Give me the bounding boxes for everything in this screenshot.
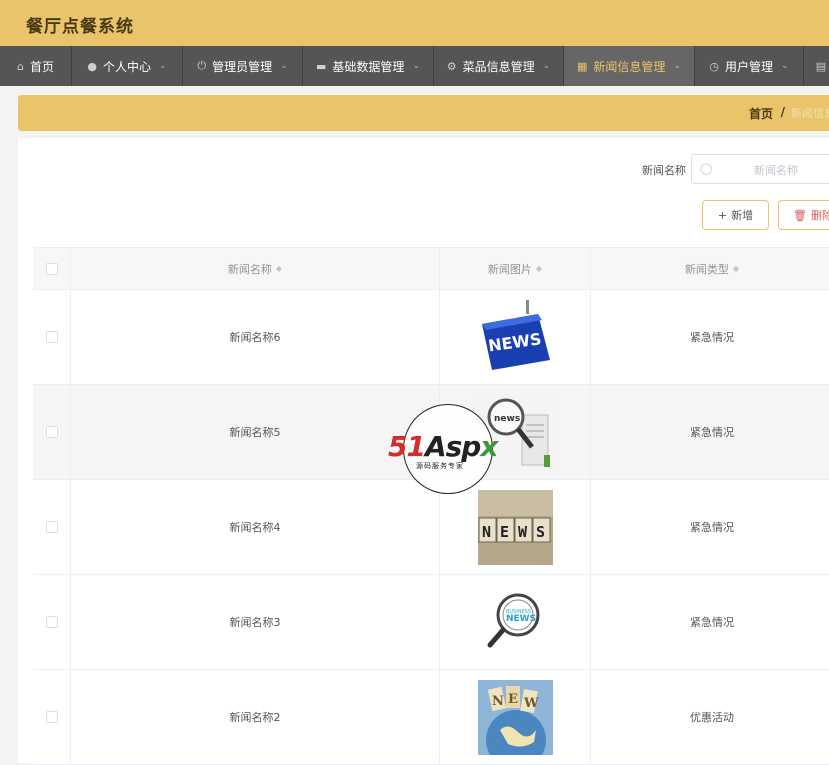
cell-news-name: 新闻名称5 <box>71 385 440 479</box>
nav-label: 管理员管理 <box>212 59 273 74</box>
search-placeholder: 新闻名称 <box>754 164 798 177</box>
add-button-label: 新增 <box>731 209 754 222</box>
nav-item-admin[interactable]: ⏻ 管理员管理 ⌄ <box>183 46 303 86</box>
search-input[interactable]: ◯ 新闻名称 <box>691 154 829 184</box>
cell-news-name: 新闻名称6 <box>71 290 440 384</box>
app-title: 餐厅点餐系统 <box>26 17 134 37</box>
menu-icon: ▤ <box>815 59 827 73</box>
nav-item-more[interactable]: ▤ <box>804 46 829 86</box>
chevron-down-icon: ⌄ <box>542 61 551 71</box>
row-checkbox[interactable] <box>45 711 58 723</box>
trash-icon: 🗑 <box>793 208 807 222</box>
cell-news-type: 紧急情况 <box>690 426 734 439</box>
svg-text:NEWS: NEWS <box>506 614 536 624</box>
cell-news-name: 新闻名称4 <box>71 480 440 574</box>
news-image[interactable]: NEWS <box>477 299 553 375</box>
svg-text:W: W <box>518 523 528 541</box>
breadcrumb-current: 新闻信息 <box>791 107 829 120</box>
svg-text:E: E <box>508 692 518 707</box>
nav-item-users[interactable]: ◷ 用户管理 ⌄ <box>695 46 804 86</box>
news-image[interactable]: N E W <box>477 679 553 755</box>
add-button[interactable]: + 新增 <box>702 200 769 230</box>
svg-text:S: S <box>536 523 545 541</box>
cell-news-name: 新闻名称3 <box>71 575 440 669</box>
monitor-icon: ▬ <box>316 59 327 73</box>
gear-icon: ⚙ <box>446 59 457 73</box>
cell-news-type: 紧急情况 <box>690 521 734 534</box>
nav-label: 用户管理 <box>725 59 774 74</box>
search-label: 新闻名称 <box>642 164 686 177</box>
column-header-type[interactable]: 新闻类型 ◆ <box>591 248 829 289</box>
nav-label: 首页 <box>29 59 54 74</box>
breadcrumb: 首页 / 新闻信息 <box>18 95 829 131</box>
top-header: 餐厅点餐系统 <box>0 0 829 46</box>
cell-news-image: N E W <box>440 670 591 764</box>
news-image[interactable]: N E W S <box>477 489 553 565</box>
watermark-tagline: 源码服务专家 <box>416 462 464 470</box>
delete-button-label: 删除 <box>810 209 829 222</box>
sort-icon: ◆ <box>535 264 543 273</box>
cell-news-name: 新闻名称2 <box>71 670 440 764</box>
nav-label: 基础数据管理 <box>332 59 405 74</box>
cell-news-type: 紧急情况 <box>690 616 734 629</box>
svg-text:N: N <box>492 694 504 709</box>
cell-news-image: BUSINESS NEWS <box>440 575 591 669</box>
cell-news-type: 优惠活动 <box>690 711 734 724</box>
plus-icon: + <box>717 208 728 222</box>
sort-icon: ◆ <box>275 264 283 273</box>
nav-label: 菜品信息管理 <box>462 59 535 74</box>
dashboard-icon: ◷ <box>709 59 720 73</box>
table-row[interactable]: 新闻名称3 BUSINESS NEWS 紧急情况 <box>33 575 829 670</box>
column-header-name[interactable]: 新闻名称 ◆ <box>71 248 440 289</box>
table-row[interactable]: 新闻名称4 N E W S 紧急情况 <box>33 480 829 575</box>
cell-news-image: NEWS <box>440 290 591 384</box>
table-row[interactable]: 新闻名称2 N E W 优惠活动 <box>33 670 829 765</box>
nav-item-dishes[interactable]: ⚙ 菜品信息管理 ⌄ <box>434 46 564 86</box>
cell-news-type: 紧急情况 <box>690 331 734 344</box>
nav-item-basic-data[interactable]: ▬ 基础数据管理 ⌄ <box>303 46 434 86</box>
table-header: 新闻名称 ◆ 新闻图片 ◆ 新闻类型 ◆ <box>33 248 829 290</box>
chevron-down-icon: ⌄ <box>159 61 167 71</box>
watermark-logo: 51Aspx <box>388 430 498 463</box>
row-checkbox[interactable] <box>45 426 58 438</box>
chevron-down-icon: ⌄ <box>781 61 789 71</box>
nav-label: 个人中心 <box>103 59 152 74</box>
svg-text:news: news <box>494 414 520 424</box>
header-select-cell <box>33 248 71 289</box>
row-checkbox[interactable] <box>45 331 58 343</box>
chevron-down-icon: ⌄ <box>280 61 288 71</box>
select-all-checkbox[interactable] <box>45 262 58 275</box>
svg-text:N: N <box>482 523 491 541</box>
news-image[interactable]: BUSINESS NEWS <box>477 584 553 660</box>
cell-news-image: N E W S <box>440 480 591 574</box>
nav-item-profile[interactable]: ● 个人中心 ⌄ <box>72 46 183 86</box>
chevron-down-icon: ⌄ <box>412 61 420 71</box>
row-checkbox[interactable] <box>45 521 58 533</box>
news-table: 新闻名称 ◆ 新闻图片 ◆ 新闻类型 ◆ 新闻名称6 NEWS 紧急情况 新闻名… <box>33 247 829 765</box>
table-row[interactable]: 新闻名称6 NEWS 紧急情况 <box>33 290 829 385</box>
user-icon: ● <box>87 59 98 73</box>
power-icon: ⏻ <box>197 59 207 72</box>
delete-button[interactable]: 🗑 删除 <box>778 200 829 230</box>
nav-item-home[interactable]: ⌂ 首页 <box>0 46 72 86</box>
nav-item-news[interactable]: ▦ 新闻信息管理 ⌄ <box>564 46 695 86</box>
nav-label: 新闻信息管理 <box>593 59 666 74</box>
chevron-down-icon: ⌄ <box>673 61 681 71</box>
breadcrumb-separator: / <box>780 105 785 119</box>
column-header-image[interactable]: 新闻图片 ◆ <box>440 248 591 289</box>
grid-icon: ▦ <box>577 59 588 73</box>
home-icon: ⌂ <box>17 59 24 73</box>
main-nav: ⌂ 首页 ● 个人中心 ⌄ ⏻ 管理员管理 ⌄ ▬ 基础数据管理 ⌄ ⚙ 菜品信… <box>0 46 829 86</box>
search-icon: ◯ <box>700 162 713 175</box>
breadcrumb-home[interactable]: 首页 <box>749 105 773 122</box>
svg-text:E: E <box>500 523 509 541</box>
sort-icon: ◆ <box>732 264 740 273</box>
svg-text:W: W <box>523 696 539 711</box>
row-checkbox[interactable] <box>45 616 58 628</box>
